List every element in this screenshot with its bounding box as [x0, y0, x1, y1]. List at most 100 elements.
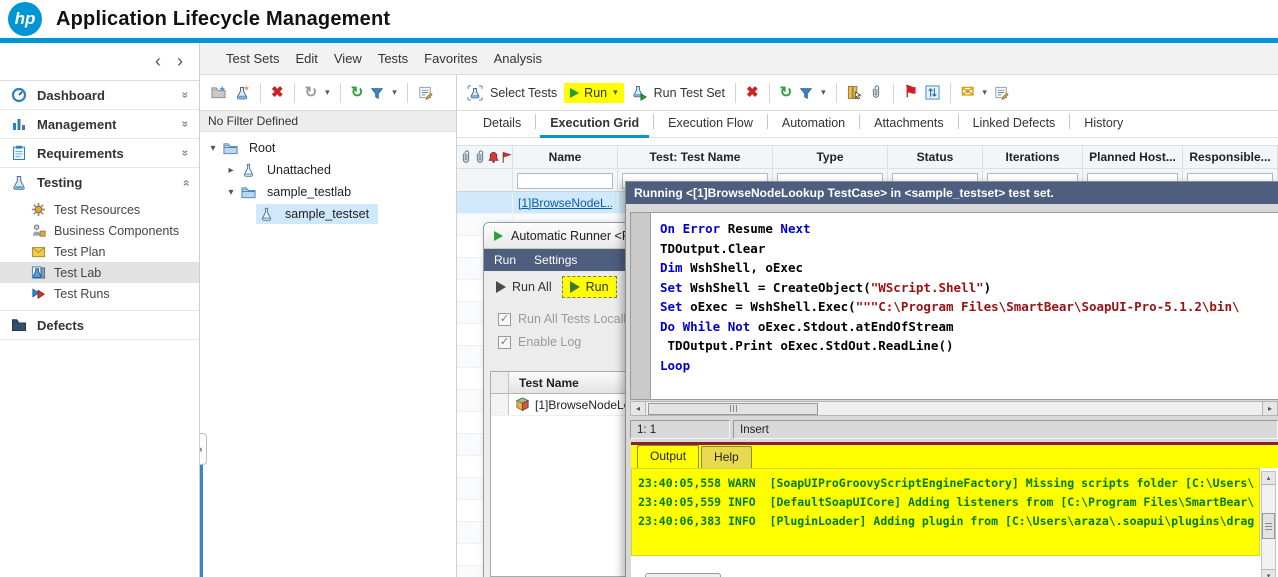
vbscript-code[interactable]: On Error Resume NextTDOutput.ClearDim Ws…	[651, 213, 1240, 399]
test-name-column-header[interactable]: Test Name	[509, 372, 579, 393]
output-tab-help[interactable]: Help	[701, 446, 752, 468]
forward-icon[interactable]: ›	[177, 51, 183, 72]
refresh-icon[interactable]: ↻	[351, 85, 364, 100]
tree-node-sample-testlab[interactable]: ▾ sample_testlab	[200, 181, 456, 203]
tab-history[interactable]: History	[1070, 111, 1137, 137]
menu-edit[interactable]: Edit	[295, 51, 317, 66]
dropdown-caret-icon[interactable]: ▾	[982, 87, 987, 98]
scroll-left-icon[interactable]: ◂	[631, 402, 646, 415]
output-tab-output[interactable]: Output	[637, 445, 699, 468]
play-icon	[570, 88, 579, 98]
sidebar-item-management[interactable]: Management»	[0, 110, 199, 139]
toolbar-separator	[893, 83, 894, 103]
tree-node-label: sample_testlab	[262, 183, 356, 201]
flag-icon[interactable]: ⚑	[904, 85, 918, 101]
sidebar-item-test-lab[interactable]: Test Lab	[0, 262, 199, 283]
output-vertical-scrollbar[interactable]: ▴ ▾	[1261, 471, 1276, 577]
dropdown-caret-icon[interactable]: ▾	[325, 87, 330, 98]
scroll-up-icon[interactable]: ▴	[1262, 472, 1275, 485]
runner-menu-run[interactable]: Run	[494, 253, 516, 267]
comments-icon[interactable]	[994, 85, 1009, 100]
sidebar-item-test-plan[interactable]: Test Plan	[0, 241, 199, 262]
collapse-icon[interactable]: »	[179, 179, 193, 186]
expand-icon[interactable]: »	[179, 92, 193, 99]
column-header-type[interactable]: Type	[773, 146, 888, 169]
test-instance-link[interactable]: [1]BrowseNodeL...	[518, 196, 612, 210]
tree-node-sample-testset[interactable]: sample_testset	[200, 203, 456, 225]
checkbox-enable-log[interactable]: ✓	[498, 336, 511, 349]
comments-icon[interactable]	[418, 85, 433, 100]
tree-node-unattached[interactable]: ▸Unattached	[200, 159, 456, 181]
sidebar-item-test-runs[interactable]: Test Runs	[0, 283, 199, 304]
expand-icon[interactable]: »	[179, 121, 193, 128]
runner-menu-settings[interactable]: Settings	[534, 253, 577, 267]
select-tests-icon[interactable]	[467, 85, 483, 101]
refresh-icon[interactable]: ↻	[780, 85, 793, 100]
pane-collapse-handle[interactable]: ◂	[200, 433, 207, 465]
tab-automation[interactable]: Automation	[768, 111, 859, 137]
menu-test-sets[interactable]: Test Sets	[226, 51, 279, 66]
checkbox-run-all-tests-locally[interactable]: ✓	[498, 313, 511, 326]
sidebar-item-defects[interactable]: Defects	[0, 311, 199, 340]
column-header-iterations[interactable]: Iterations	[983, 146, 1083, 169]
column-header-responsible[interactable]: Responsible...	[1183, 146, 1278, 169]
filter-icon[interactable]	[799, 86, 813, 100]
tab-attachments[interactable]: Attachments	[860, 111, 957, 137]
sort-icon[interactable]	[925, 85, 940, 100]
menu-favorites[interactable]: Favorites	[424, 51, 477, 66]
menu-analysis[interactable]: Analysis	[494, 51, 542, 66]
scroll-right-icon[interactable]: ▸	[1262, 402, 1277, 415]
sidebar-item-requirements[interactable]: Requirements»	[0, 139, 199, 168]
hp-logo-text: hp	[15, 9, 36, 29]
column-header-planned-host[interactable]: Planned Host...	[1083, 146, 1183, 169]
sidebar-item-test-resources[interactable]: Test Resources	[0, 199, 199, 220]
tab-details[interactable]: Details	[469, 111, 535, 137]
scrollbar-thumb[interactable]	[1262, 513, 1275, 539]
paperclip-icon[interactable]	[869, 85, 883, 100]
script-editor[interactable]: On Error Resume NextTDOutput.ClearDim Ws…	[630, 212, 1278, 400]
expand-icon[interactable]: »	[179, 150, 193, 157]
delete-icon[interactable]: ✖	[271, 85, 284, 100]
column-header-test-test-name[interactable]: Test: Test Name	[618, 146, 773, 169]
dropdown-caret-icon[interactable]: ▾	[392, 87, 397, 98]
collapse-icon[interactable]: ▾	[206, 143, 220, 154]
collapse-icon[interactable]: ▾	[224, 187, 238, 198]
output-log[interactable]: 23:40:05,558 WARN [SoapUIProGroovyScript…	[631, 468, 1260, 556]
back-icon[interactable]: ‹	[155, 51, 161, 72]
editor-horizontal-scrollbar[interactable]: ◂ ▸	[630, 401, 1278, 416]
mail-icon[interactable]: ✉	[961, 85, 974, 101]
run-all-button[interactable]: Run All	[496, 280, 552, 294]
menu-tests[interactable]: Tests	[378, 51, 408, 66]
run-history-icon[interactable]: ↻	[305, 85, 318, 100]
sidebar-item-business-components[interactable]: Business Components	[0, 220, 199, 241]
code-line: Dim WshShell, oExec	[660, 258, 1240, 278]
run-test-set-icon[interactable]	[631, 85, 647, 101]
runner-run-button[interactable]: Run	[562, 276, 617, 298]
tab-execution-grid[interactable]: Execution Grid	[536, 111, 653, 137]
running-dialog-titlebar[interactable]: Running <[1]BrowseNodeLookup TestCase> i…	[626, 182, 1278, 204]
scroll-down-icon[interactable]: ▾	[1262, 569, 1275, 577]
partially-visible-button[interactable]	[645, 573, 721, 577]
menu-view[interactable]: View	[334, 51, 362, 66]
select-tests-button[interactable]: Select Tests	[490, 86, 557, 100]
play-icon	[570, 281, 580, 293]
column-filter-input[interactable]	[517, 173, 613, 189]
new-folder-icon[interactable]	[210, 85, 227, 100]
sidebar-item-dashboard[interactable]: Dashboard»	[0, 81, 199, 110]
delete-icon[interactable]: ✖	[746, 85, 759, 100]
filter-icon[interactable]	[370, 86, 384, 100]
tab-linked-defects[interactable]: Linked Defects	[959, 111, 1070, 137]
tree-node-root[interactable]: ▾Root	[200, 137, 456, 159]
run-button[interactable]: Run ▾	[564, 83, 623, 103]
column-header-name[interactable]: Name	[513, 146, 618, 169]
new-test-set-icon[interactable]	[234, 85, 250, 101]
column-header-status[interactable]: Status	[888, 146, 983, 169]
code-line: On Error Resume Next	[660, 219, 1240, 239]
columns-icon[interactable]	[847, 85, 862, 100]
run-test-set-button[interactable]: Run Test Set	[654, 86, 725, 100]
scrollbar-thumb[interactable]	[648, 403, 818, 415]
expand-icon[interactable]: ▸	[224, 165, 238, 176]
dropdown-caret-icon[interactable]: ▾	[821, 87, 826, 98]
tab-execution-flow[interactable]: Execution Flow	[654, 111, 767, 137]
sidebar-item-testing[interactable]: Testing»	[0, 168, 199, 197]
